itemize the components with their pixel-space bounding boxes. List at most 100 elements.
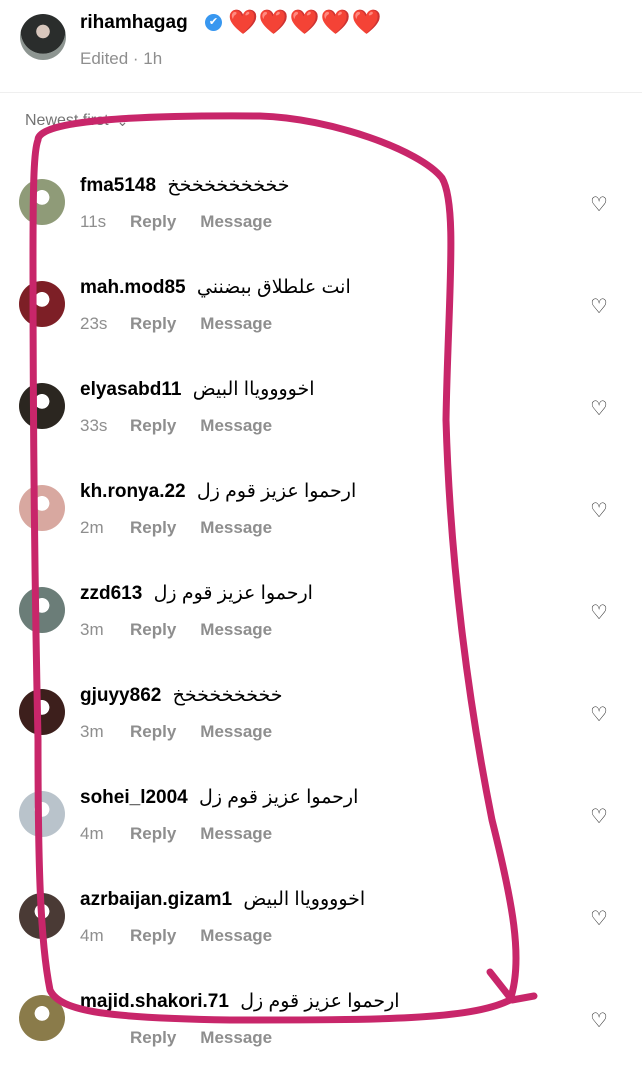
comment-text: ارحموا عزيز قوم زل (196, 481, 357, 502)
commenter-avatar[interactable] (19, 995, 65, 1041)
message-button[interactable]: Message (200, 926, 272, 946)
commenter-avatar[interactable] (19, 587, 65, 633)
message-button[interactable]: Message (200, 1028, 272, 1048)
message-button[interactable]: Message (200, 620, 272, 640)
post-caption-hearts: ❤️❤️❤️❤️❤️ (228, 9, 383, 36)
comment-line: fma5148 خخخخخخخخخخ (80, 174, 289, 197)
comment-text: ارحموا عزيز قوم زل (153, 583, 313, 604)
comment-text: خخخخخخخخخ (172, 685, 283, 706)
comments-list: fma5148 خخخخخخخخخخ 11s Reply Message ♡ m… (0, 170, 642, 1088)
commenter-username[interactable]: zzd613 (80, 583, 142, 604)
commenter-avatar[interactable] (19, 281, 65, 327)
reply-button[interactable]: Reply (130, 314, 176, 334)
heart-icon[interactable]: ♡ (590, 294, 608, 319)
post-author-username[interactable]: rihamhagag (80, 12, 188, 34)
comment-time: 3m (80, 620, 104, 639)
commenter-avatar[interactable] (19, 179, 65, 225)
reply-button[interactable]: Reply (130, 212, 176, 232)
commenter-username[interactable]: mah.mod85 (80, 277, 186, 298)
comment-time (80, 1028, 130, 1048)
post-edited-meta: Edited · 1h (80, 49, 163, 68)
comment-row: kh.ronya.22 ارحموا عزيز قوم زل 2m Reply … (0, 476, 642, 578)
sort-dropdown[interactable]: Newest first ⌄ (25, 112, 128, 130)
commenter-avatar[interactable] (19, 485, 65, 531)
commenter-username[interactable]: gjuyy862 (80, 685, 161, 706)
reply-button[interactable]: Reply (130, 824, 176, 844)
reply-button[interactable]: Reply (130, 416, 176, 436)
comment-line: azrbaijan.gizam1 اخووووياا البيض (80, 888, 365, 911)
message-button[interactable]: Message (200, 722, 272, 742)
comment-time: 33s (80, 416, 108, 435)
commenter-username[interactable]: sohei_l2004 (80, 787, 188, 808)
comment-line: sohei_l2004 ارحموا عزيز قوم زل (80, 786, 358, 809)
comment-text: انت علطلاق ببضنني (196, 277, 351, 298)
comment-time: 11s (80, 212, 107, 231)
comment-text: اخووووياا البيض (243, 889, 366, 910)
heart-icon[interactable]: ♡ (590, 396, 608, 421)
comment-line: kh.ronya.22 ارحموا عزيز قوم زل (80, 480, 356, 503)
commenter-avatar[interactable] (19, 893, 65, 939)
heart-icon[interactable]: ♡ (590, 702, 608, 727)
comment-row: gjuyy862 خخخخخخخخخ 3m Reply Message ♡ (0, 680, 642, 782)
comment-row: elyasabd11 اخووووياا البيض 33s Reply Mes… (0, 374, 642, 476)
reply-button[interactable]: Reply (130, 926, 176, 946)
comment-meta: 3m Reply Message (80, 620, 272, 640)
comment-meta: 33s Reply Message (80, 416, 272, 436)
comment-text: خخخخخخخخخخ (167, 175, 290, 196)
heart-icon[interactable]: ♡ (590, 1008, 608, 1033)
post-header: rihamhagag ✔ ❤️❤️❤️❤️❤️ Edited · 1h (0, 0, 642, 92)
message-button[interactable]: Message (200, 212, 272, 232)
comment-meta: 11s Reply Message (80, 212, 272, 232)
comment-meta: 23s Reply Message (80, 314, 272, 334)
comment-row: sohei_l2004 ارحموا عزيز قوم زل 4m Reply … (0, 782, 642, 884)
heart-icon[interactable]: ♡ (590, 600, 608, 625)
heart-icon[interactable]: ♡ (590, 906, 608, 931)
comment-row: zzd613 ارحموا عزيز قوم زل 3m Reply Messa… (0, 578, 642, 680)
commenter-username[interactable]: azrbaijan.gizam1 (80, 889, 232, 910)
comment-line: mah.mod85 انت علطلاق ببضنني (80, 276, 351, 299)
comment-time: 4m (80, 926, 104, 945)
reply-button[interactable]: Reply (130, 518, 176, 538)
chevron-down-icon: ⌄ (116, 112, 129, 129)
comment-line: zzd613 ارحموا عزيز قوم زل (80, 582, 313, 605)
commenter-avatar[interactable] (19, 689, 65, 735)
post-author-avatar[interactable] (20, 14, 66, 60)
heart-icon[interactable]: ♡ (590, 804, 608, 829)
reply-button[interactable]: Reply (130, 620, 176, 640)
comment-text: ارحموا عزيز قوم زل (199, 787, 359, 808)
commenter-username[interactable]: majid.shakori.71 (80, 991, 229, 1012)
comment-meta: 4m Reply Message (80, 824, 272, 844)
comment-time: 3m (80, 722, 104, 741)
reply-button[interactable]: Reply (130, 1028, 176, 1048)
comment-text: اخووووياا البيض (192, 379, 315, 400)
commenter-username[interactable]: kh.ronya.22 (80, 481, 186, 502)
comment-time: 2m (80, 518, 104, 537)
comment-meta: 4m Reply Message (80, 926, 272, 946)
message-button[interactable]: Message (200, 314, 272, 334)
verified-badge-icon: ✔ (205, 14, 222, 31)
heart-icon[interactable]: ♡ (590, 192, 608, 217)
comment-time: 23s (80, 314, 108, 333)
comment-row: azrbaijan.gizam1 اخووووياا البيض 4m Repl… (0, 884, 642, 986)
comment-row: majid.shakori.71 ارحموا عزيز قوم زل Repl… (0, 986, 642, 1088)
heart-icon[interactable]: ♡ (590, 498, 608, 523)
message-button[interactable]: Message (200, 824, 272, 844)
commenter-avatar[interactable] (19, 383, 65, 429)
sort-label: Newest first (25, 112, 109, 129)
comment-line: elyasabd11 اخووووياا البيض (80, 378, 315, 401)
commenter-username[interactable]: fma5148 (80, 175, 156, 196)
commenter-username[interactable]: elyasabd11 (80, 379, 181, 400)
comment-meta: 3m Reply Message (80, 722, 272, 742)
comment-time: 4m (80, 824, 104, 843)
header-divider (0, 92, 642, 93)
comment-line: majid.shakori.71 ارحموا عزيز قوم زل (80, 990, 400, 1013)
reply-button[interactable]: Reply (130, 722, 176, 742)
commenter-avatar[interactable] (19, 791, 65, 837)
comment-line: gjuyy862 خخخخخخخخخ (80, 684, 282, 707)
comment-row: mah.mod85 انت علطلاق ببضنني 23s Reply Me… (0, 272, 642, 374)
comment-meta: 2m Reply Message (80, 518, 272, 538)
comment-row: fma5148 خخخخخخخخخخ 11s Reply Message ♡ (0, 170, 642, 272)
message-button[interactable]: Message (200, 518, 272, 538)
message-button[interactable]: Message (200, 416, 272, 436)
comment-meta: Reply Message (80, 1028, 272, 1048)
